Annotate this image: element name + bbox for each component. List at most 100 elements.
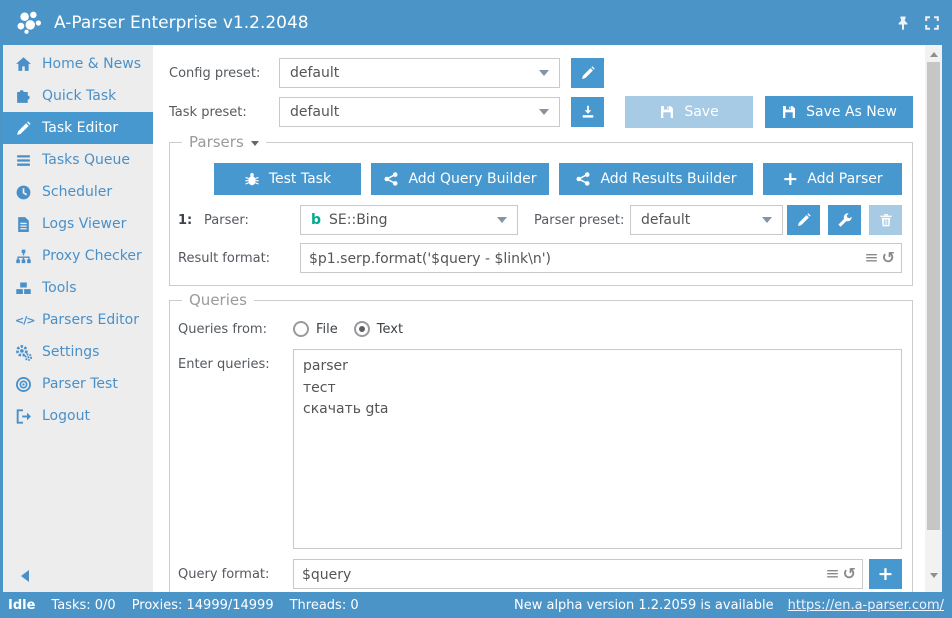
status-state: Idle [8, 598, 35, 613]
scrollbar-thumb[interactable] [927, 62, 940, 530]
parser-label: Parser: [204, 213, 300, 228]
task-preset-select[interactable]: default [279, 97, 560, 127]
sidebar-item-label: Scheduler [42, 184, 112, 200]
load-task-preset-button[interactable] [571, 97, 604, 127]
sidebar-item-label: Task Editor [42, 120, 118, 136]
format-templates-icon[interactable]: ≡ [825, 566, 839, 583]
plus-icon: + [782, 170, 798, 189]
sidebar-item-label: Settings [42, 344, 99, 360]
share-icon [575, 171, 591, 187]
wrench-icon [837, 212, 853, 228]
add-query-builder-button[interactable]: Add Query Builder [371, 163, 549, 195]
sidebar-item-tasks-queue[interactable]: Tasks Queue [3, 144, 153, 176]
sidebar-item-quick-task[interactable]: Quick Task [3, 80, 153, 112]
parser-preset-label: Parser preset: [518, 213, 630, 228]
query-format-label: Query format: [178, 567, 293, 582]
add-parser-label: Add Parser [807, 171, 882, 187]
queries-from-file-radio[interactable] [293, 321, 309, 337]
save-as-new-button[interactable]: Save As New [765, 96, 913, 128]
result-format-label: Result format: [178, 251, 300, 266]
update-available-text: New alpha version 1.2.2059 is available [514, 598, 774, 613]
result-format-input[interactable] [300, 243, 902, 273]
bing-logo-icon: b [311, 212, 321, 228]
pin-icon[interactable] [895, 15, 911, 31]
sidebar-item-logout[interactable]: Logout [3, 400, 153, 432]
sidebar-item-home-news[interactable]: Home & News [3, 48, 153, 80]
sidebar-item-label: Parser Test [42, 376, 118, 392]
a-parser-site-link[interactable]: https://en.a-parser.com/ [788, 598, 944, 613]
target-icon [15, 376, 32, 393]
sidebar-item-settings[interactable]: Settings [3, 336, 153, 368]
query-format-input[interactable] [293, 559, 863, 589]
parser-select[interactable]: b SE::Bing [300, 205, 518, 235]
save-floppy-icon [659, 104, 675, 120]
status-threads: Threads: 0 [290, 598, 359, 613]
chevron-down-icon [762, 217, 772, 223]
add-query-builder-label: Add Query Builder [408, 171, 536, 187]
edit-config-preset-button[interactable] [571, 58, 604, 88]
sitemap-icon [15, 248, 32, 265]
format-templates-icon[interactable]: ≡ [864, 250, 878, 267]
queries-from-text-radio[interactable] [354, 321, 370, 337]
status-proxies: Proxies: 14999/14999 [132, 598, 274, 613]
parser-options-button[interactable] [828, 205, 861, 235]
add-results-builder-button[interactable]: Add Results Builder [559, 163, 753, 195]
config-preset-label: Config preset: [169, 66, 279, 81]
config-preset-select[interactable]: default [279, 58, 560, 88]
parser-preset-select[interactable]: default [630, 205, 783, 235]
puzzle-icon [15, 88, 32, 105]
queries-legend: Queries [182, 291, 254, 309]
pencil-icon [580, 65, 596, 81]
sidebar-item-label: Tasks Queue [42, 152, 130, 168]
queries-from-label: Queries from: [178, 322, 293, 337]
save-as-new-button-label: Save As New [806, 104, 897, 120]
pencil-icon [15, 120, 32, 137]
chevron-down-icon [539, 109, 549, 115]
save-button[interactable]: Save [625, 96, 753, 128]
download-icon [580, 104, 596, 120]
home-icon [15, 56, 32, 73]
scroll-down-arrow-icon[interactable] [930, 573, 938, 578]
delete-parser-button[interactable] [869, 205, 902, 235]
parser-row-index: 1: [178, 213, 204, 228]
reset-format-icon[interactable]: ↺ [843, 566, 856, 582]
sidebar-item-tools[interactable]: Tools [3, 272, 153, 304]
sidebar-item-parser-test[interactable]: Parser Test [3, 368, 153, 400]
share-icon [383, 171, 399, 187]
test-task-button[interactable]: Test Task [214, 163, 361, 195]
bug-icon [244, 171, 260, 187]
sidebar-item-label: Logs Viewer [42, 216, 126, 232]
add-query-format-button[interactable]: + [869, 559, 902, 589]
sidebar-item-task-editor[interactable]: Task Editor [3, 112, 153, 144]
scroll-up-arrow-icon[interactable] [930, 52, 938, 57]
queries-from-file-label: File [316, 322, 338, 337]
sidebar-item-proxy-checker[interactable]: Proxy Checker [3, 240, 153, 272]
save-floppy-icon [781, 104, 797, 120]
sidebar-item-label: Tools [42, 280, 77, 296]
edit-parser-preset-button[interactable] [787, 205, 820, 235]
config-preset-value: default [290, 65, 531, 81]
plus-icon: + [878, 565, 894, 584]
trash-icon [878, 212, 894, 228]
sidebar-item-scheduler[interactable]: Scheduler [3, 176, 153, 208]
test-task-label: Test Task [269, 171, 331, 187]
parser-preset-value: default [641, 212, 754, 228]
sidebar-item-logs-viewer[interactable]: Logs Viewer [3, 208, 153, 240]
parser-select-value: SE::Bing [329, 212, 489, 228]
file-icon [15, 216, 32, 233]
reset-format-icon[interactable]: ↺ [882, 250, 895, 266]
gears-icon [15, 344, 32, 361]
parsers-legend[interactable]: Parsers [182, 133, 266, 151]
sidebar-collapse-arrow-icon[interactable] [21, 570, 29, 582]
vertical-scrollbar[interactable] [925, 45, 942, 592]
add-results-builder-label: Add Results Builder [600, 171, 736, 187]
chevron-down-icon [497, 217, 507, 223]
sidebar-item-parsers-editor[interactable]: </> Parsers Editor [3, 304, 153, 336]
main-content: Config preset: default Task preset: defa… [153, 45, 925, 592]
status-bar: Idle Tasks: 0/0 Proxies: 14999/14999 Thr… [0, 592, 952, 618]
queries-textarea[interactable]: parser тест скачать gta [293, 349, 902, 549]
fullscreen-icon[interactable] [924, 15, 940, 31]
cubes-icon [15, 280, 32, 297]
parsers-section: Parsers Test Task Add Query Builder Add [169, 142, 913, 286]
add-parser-button[interactable]: + Add Parser [763, 163, 902, 195]
